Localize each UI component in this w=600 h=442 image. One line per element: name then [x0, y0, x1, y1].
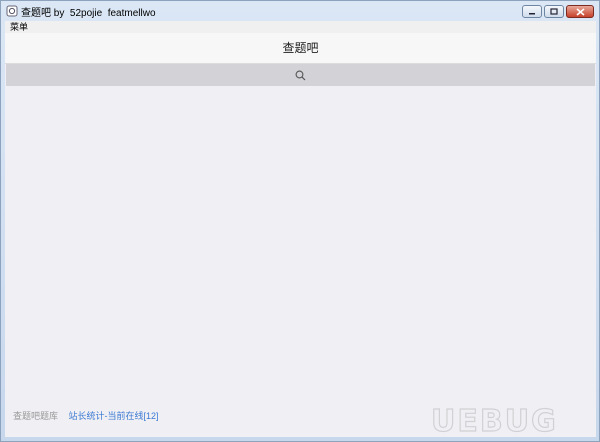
menu-item-main[interactable]: 菜单 [10, 21, 28, 33]
minimize-icon [529, 12, 535, 14]
window-controls [522, 5, 594, 18]
minimize-button[interactable] [522, 5, 542, 18]
close-icon [575, 7, 585, 16]
close-button[interactable] [566, 5, 594, 18]
client-area: 查题吧 查题吧题库 站长统计-当前在线[12] [5, 33, 596, 437]
window-title: 查题吧 by 52pojie featmellwo [21, 7, 156, 19]
app-icon [6, 5, 18, 17]
search-bar[interactable] [6, 64, 595, 86]
search-icon [295, 70, 306, 80]
maximize-icon [550, 8, 558, 15]
online-stats-link[interactable]: 站长统计-当前在线[12] [69, 411, 159, 421]
watermark-logo: UEBUG [431, 403, 558, 437]
maximize-button[interactable] [544, 5, 564, 18]
page-header: 查题吧 [5, 33, 596, 64]
title-bar[interactable]: 查题吧 by 52pojie featmellwo [1, 1, 599, 21]
menu-bar: 菜单 [5, 21, 596, 33]
page-title: 查题吧 [282, 41, 319, 55]
footer-label: 查题吧题库 [13, 411, 59, 421]
svg-text:UEBUG: UEBUG [431, 404, 558, 437]
footer: 查题吧题库 站长统计-当前在线[12] [13, 409, 159, 422]
app-window: 查题吧 by 52pojie featmellwo 菜单 查题吧 查题吧题库 站… [0, 0, 600, 442]
